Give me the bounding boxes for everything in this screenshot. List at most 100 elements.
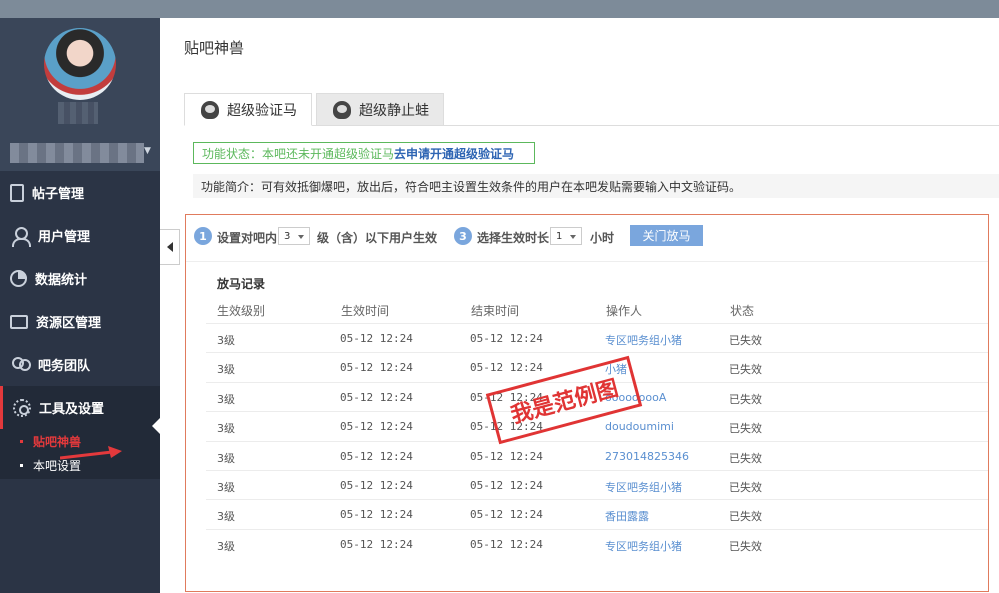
cell-end-time: 05-12 12:24 [470, 449, 543, 463]
red-arrow-annotation [60, 446, 122, 460]
nav-resources[interactable]: 资源区管理 [0, 300, 160, 343]
cell-start-time: 05-12 12:24 [340, 537, 413, 551]
tab-super-captcha-horse[interactable]: 超级验证马 [184, 93, 312, 126]
cell-operator[interactable]: 香田露露 [605, 508, 649, 524]
step3-suffix: 小时 [590, 231, 615, 245]
cell-start-time: 05-12 12:24 [340, 332, 413, 345]
cell-end-time: 05-12 12:24 [470, 537, 543, 551]
table-row: 3级 05-12 12:24 05-12 12:24 专区吧务组小猪 已失效 [206, 323, 988, 352]
blurred-forum-name[interactable] [10, 143, 144, 163]
apply-link[interactable]: 去申请开通超级验证马 [394, 145, 514, 162]
cell-level: 3级 [217, 481, 235, 494]
nav-users[interactable]: 用户管理 [0, 214, 160, 257]
header-start-time: 生效时间 [341, 304, 390, 318]
folder-icon [10, 314, 28, 329]
nav-label: 数据统计 [35, 273, 88, 288]
cell-level: 3级 [217, 392, 235, 406]
chevron-down-icon [570, 235, 576, 239]
tab-super-freeze-frog[interactable]: 超级静止蛙 [316, 93, 444, 126]
table-row: 3级 05-12 12:24 05-12 12:24 专区吧务组小猪 已失效 [206, 470, 988, 499]
header-level: 生效级别 [217, 304, 266, 318]
step3-label: 选择生效时长 [477, 231, 550, 245]
cell-level: 3级 [217, 451, 235, 465]
duration-select-value: 1 [556, 230, 563, 242]
nav-label: 用户管理 [38, 230, 91, 245]
cell-status: 已失效 [729, 451, 762, 465]
duration-select[interactable]: 1 [550, 227, 582, 245]
nav-label: 帖子管理 [32, 187, 85, 202]
step-number-1: 1 [194, 227, 212, 245]
cell-start-time: 05-12 12:24 [340, 420, 413, 434]
cell-status: 已失效 [729, 392, 762, 406]
intro-text: 功能简介：可有效抵御爆吧，放出后，符合吧主设置生效条件的用户在本吧发贴需要输入中… [193, 174, 999, 198]
cell-level: 3级 [217, 422, 235, 436]
pie-chart-icon [10, 270, 27, 287]
top-bar [0, 0, 999, 18]
gear-icon [13, 398, 31, 417]
cell-status: 已失效 [729, 334, 762, 347]
cell-level: 3级 [217, 334, 235, 347]
profile-area: ▼ [0, 18, 160, 171]
tab-label: 超级静止蛙 [359, 102, 429, 119]
level-select-value: 3 [284, 230, 291, 242]
cell-start-time: 05-12 12:24 [340, 390, 413, 404]
document-icon [10, 183, 24, 202]
cell-start-time: 05-12 12:24 [340, 479, 413, 492]
cell-status: 已失效 [729, 539, 762, 553]
step1-label: 设置对吧内 [217, 231, 278, 245]
cell-level: 3级 [217, 363, 235, 377]
cell-start-time: 05-12 12:24 [340, 361, 413, 375]
cell-status: 已失效 [729, 363, 762, 377]
active-pointer [152, 418, 160, 434]
frog-icon [333, 100, 351, 119]
cell-level: 3级 [217, 510, 235, 524]
header-end-time: 结束时间 [471, 304, 520, 318]
nav-label: 吧务团队 [38, 359, 91, 374]
cell-end-time: 05-12 12:24 [470, 479, 543, 492]
step-number-3: 3 [454, 227, 472, 245]
chevron-down-icon[interactable]: ▼ [144, 146, 151, 156]
page-title: 贴吧神兽 [184, 39, 245, 57]
tab-label: 超级验证马 [227, 102, 297, 119]
cell-end-time: 05-12 12:24 [470, 508, 543, 522]
status-box: 功能状态：本吧还未开通超级验证马 去申请开通超级验证马 [193, 142, 535, 164]
collapse-sidebar-button[interactable] [160, 229, 180, 265]
user-icon [10, 226, 31, 247]
chevron-down-icon [298, 235, 304, 239]
cell-status: 已失效 [729, 422, 762, 436]
cell-level: 3级 [217, 539, 235, 553]
table-row: 3级 05-12 12:24 05-12 12:24 香田露露 已失效 [206, 499, 988, 528]
status-text: 功能状态：本吧还未开通超级验证马 [202, 146, 395, 161]
nav-label: 工具及设置 [39, 402, 105, 417]
nav-team[interactable]: 吧务团队 [0, 343, 160, 386]
table-header: 生效级别 生效时间 结束时间 操作人 状态 [217, 302, 989, 324]
table-row: 3级 05-12 12:24 05-12 12:24 专区吧务组小猪 已失效 [206, 528, 988, 558]
nav-label: 资源区管理 [36, 316, 102, 331]
level-select[interactable]: 3 [278, 227, 310, 245]
cell-operator[interactable]: doudoumimi [605, 420, 674, 433]
team-icon [10, 355, 31, 375]
cell-start-time: 05-12 12:24 [340, 508, 413, 522]
nav-posts[interactable]: 帖子管理 [0, 171, 160, 214]
nav-tools-settings[interactable]: 工具及设置 [0, 386, 160, 429]
cell-end-time: 05-12 12:24 [470, 361, 543, 375]
cell-start-time: 05-12 12:24 [340, 449, 413, 463]
tab-bar: 超级验证马 超级静止蛙 [184, 93, 999, 126]
horse-icon [201, 100, 219, 119]
sidebar: ▼ 帖子管理 用户管理 数据统计 资源区管理 吧务团队 工具及设置 贴吧神兽 本… [0, 18, 160, 593]
cell-status: 已失效 [729, 510, 762, 524]
cell-operator[interactable]: 专区吧务组小猪 [605, 479, 682, 495]
nav-stats[interactable]: 数据统计 [0, 257, 160, 300]
table-row: 3级 05-12 12:24 05-12 12:24 273014825346 已失效 [206, 440, 988, 470]
release-horse-button[interactable]: 关门放马 [630, 225, 703, 246]
cell-status: 已失效 [729, 481, 762, 494]
avatar[interactable] [44, 28, 116, 100]
header-status: 状态 [730, 304, 755, 318]
cell-operator[interactable]: 专区吧务组小猪 [605, 538, 682, 554]
cell-operator[interactable]: 专区吧务组小猪 [605, 332, 682, 348]
bullet [20, 464, 23, 467]
setting-row: 1 设置对吧内 3 级（含）以下用户生效 3 选择生效时长 1 小时 关门放马 [186, 215, 988, 262]
cell-operator[interactable]: 273014825346 [605, 450, 689, 463]
cell-end-time: 05-12 12:24 [470, 332, 543, 345]
records-title: 放马记录 [217, 277, 266, 291]
